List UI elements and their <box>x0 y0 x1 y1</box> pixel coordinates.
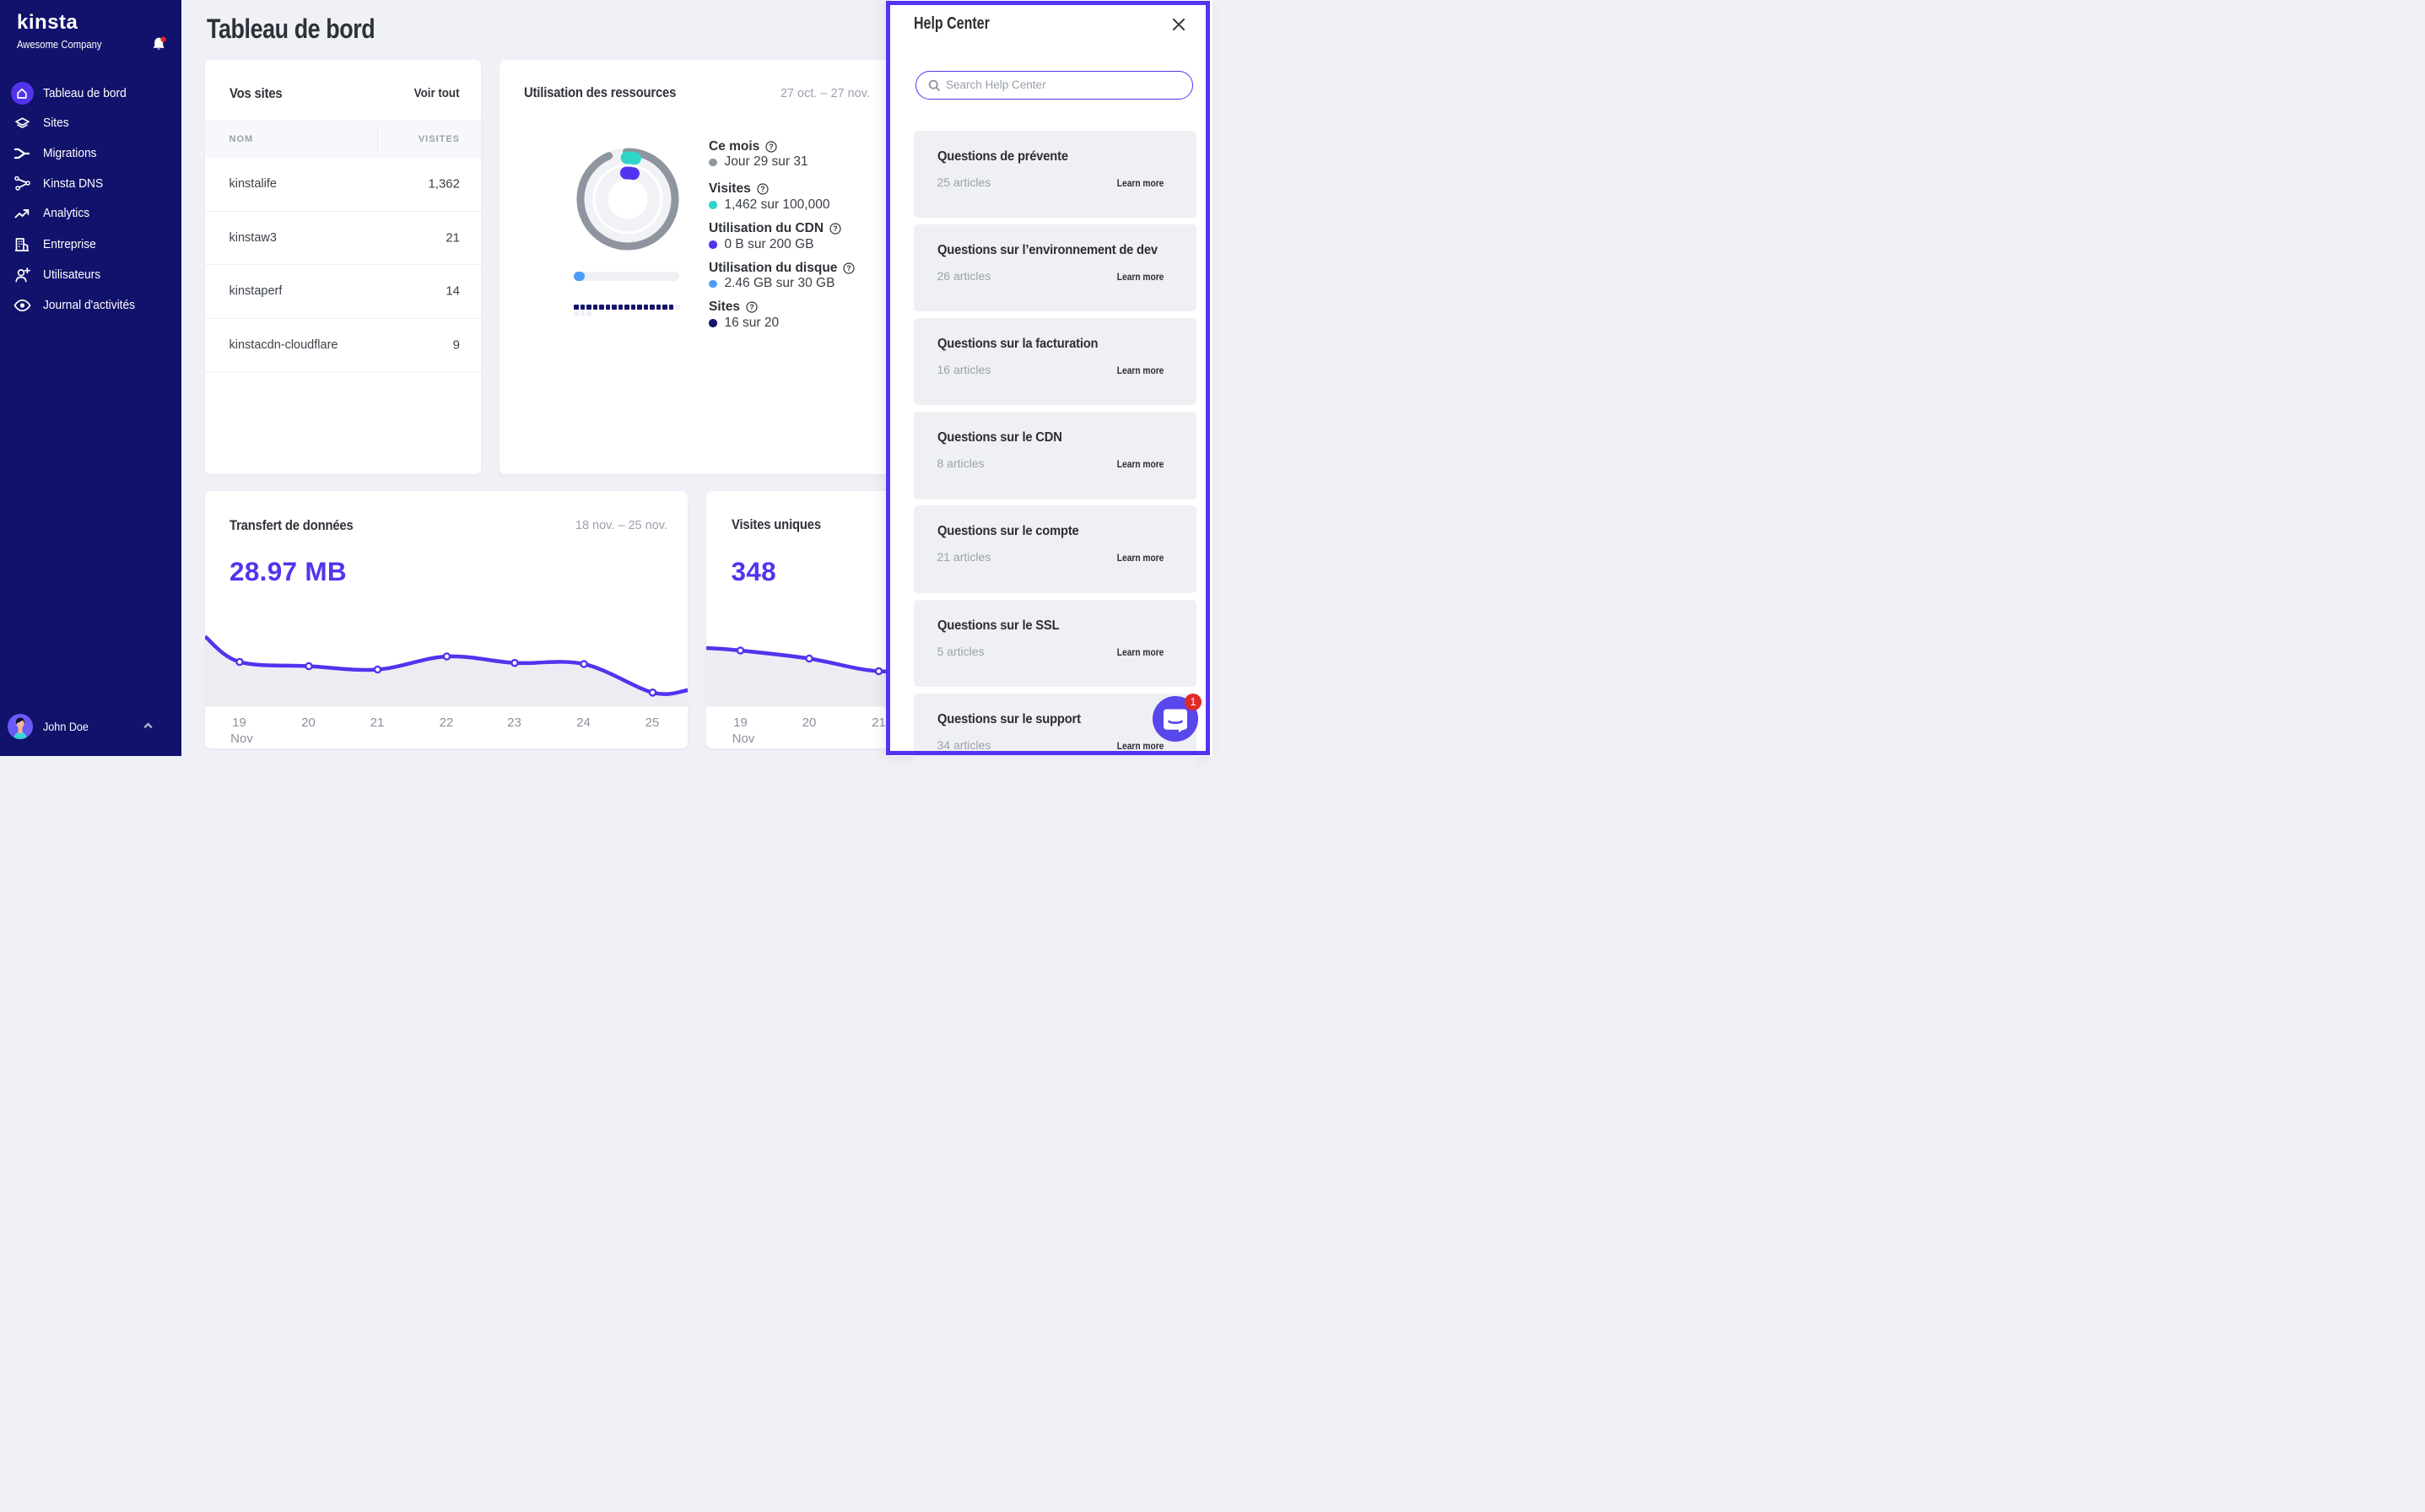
svg-text:?: ? <box>833 224 838 233</box>
svg-text:?: ? <box>749 303 754 311</box>
svg-text:?: ? <box>847 264 852 273</box>
svg-text:?: ? <box>760 186 765 194</box>
svg-text:?: ? <box>770 143 775 151</box>
